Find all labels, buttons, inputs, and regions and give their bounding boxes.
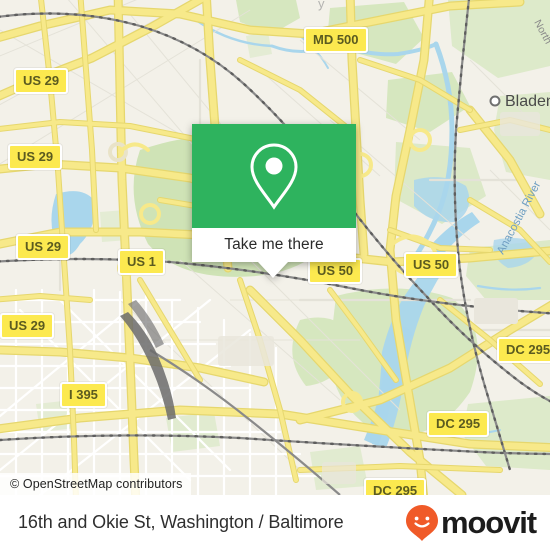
take-me-there-callout[interactable]: Take me there [192,124,356,278]
highway-shield: DC 295 [497,337,550,363]
highway-shield: US 1 [118,249,165,275]
highway-shield: US 29 [0,313,55,339]
map-pin-icon [250,143,298,210]
location-address-label: 16th and Okie St, Washington / Baltimore [18,512,344,532]
moovit-smiley-pin-icon [405,504,438,541]
highway-shield: US 29 [8,144,63,170]
highway-shield: US 29 [14,68,69,94]
highway-shield: I 395 [60,382,107,408]
highway-shield: DC 295 [364,478,427,495]
highway-shield: US 29 [16,234,71,260]
footer-bar: 16th and Okie St, Washington / Baltimore… [0,495,550,550]
callout-pointer-tail [258,262,288,278]
callout-image-area [192,124,356,228]
map-label-clipped-top: y [318,0,325,11]
highway-shield: MD 500 [304,27,368,53]
highway-shield: DC 295 [427,411,490,437]
transit-station-dot [489,95,501,107]
place-label-bladensburg: Bladen [505,93,550,110]
highway-shield: US 50 [404,252,459,278]
moovit-wordmark: moovit [440,505,537,540]
moovit-logo[interactable]: moovit [405,504,537,542]
take-me-there-label: Take me there [224,236,324,253]
callout-action-bar[interactable]: Take me there [192,228,356,262]
map-screenshot-root: .rd { fill:none; stroke:#f7e98a; stroke-… [0,0,550,550]
osm-attribution[interactable]: © OpenStreetMap contributors [0,473,191,495]
